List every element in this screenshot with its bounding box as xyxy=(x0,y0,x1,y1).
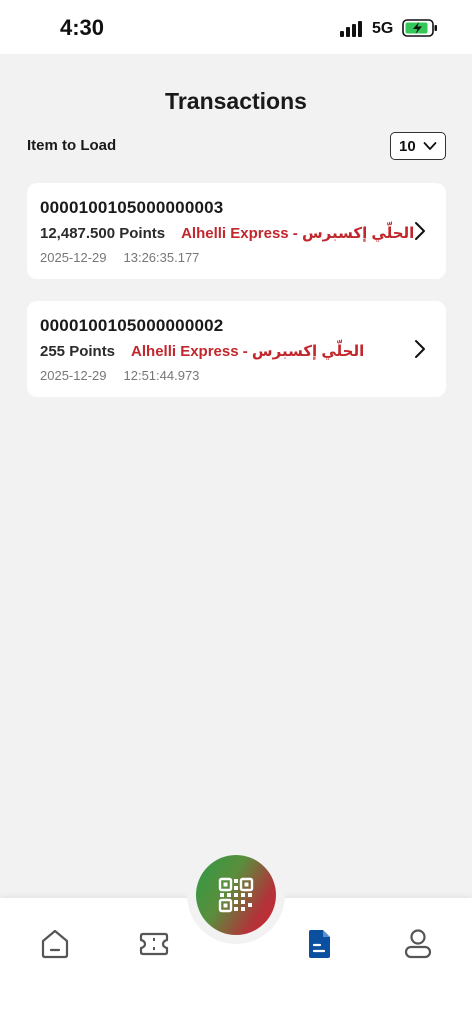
battery-charging-icon xyxy=(402,19,437,37)
signal-icon xyxy=(340,21,362,37)
transaction-summary: 12,487.500 Points Alhelli Express - الحل… xyxy=(40,224,414,242)
items-to-load-select[interactable]: 10 xyxy=(390,132,446,160)
chevron-down-icon xyxy=(423,142,437,150)
items-to-load-label: Item to Load xyxy=(27,137,117,154)
transaction-card[interactable]: 0000100105000000003 12,487.500 Points Al… xyxy=(27,183,446,279)
nav-profile[interactable] xyxy=(400,926,436,962)
transaction-timestamp: 2025-12-29 13:26:35.177 xyxy=(40,250,199,265)
network-label: 5G xyxy=(372,20,394,37)
ticket-icon xyxy=(139,932,169,956)
transaction-merchant: Alhelli Express - الحلّي إكسبرس xyxy=(131,343,365,360)
transaction-timestamp: 2025-12-29 12:51:44.973 xyxy=(40,368,199,383)
home-icon xyxy=(41,929,69,959)
status-bar: 4:30 5G xyxy=(0,0,472,54)
nav-transactions[interactable] xyxy=(301,926,337,962)
document-icon xyxy=(309,930,330,958)
page-title: Transactions xyxy=(165,88,307,114)
transaction-date: 2025-12-29 xyxy=(40,368,107,383)
transaction-points: 12,487.500 Points xyxy=(40,225,166,242)
nav-vouchers[interactable] xyxy=(136,926,172,962)
transaction-points: 255 Points xyxy=(40,343,116,360)
chevron-right-icon xyxy=(415,340,425,358)
profile-icon xyxy=(404,929,432,959)
transaction-summary: 255 Points Alhelli Express - الحلّي إكسب… xyxy=(40,342,364,360)
transaction-id: 0000100105000000003 xyxy=(40,198,224,217)
items-to-load-value: 10 xyxy=(399,137,416,155)
qr-code-icon xyxy=(218,877,254,913)
nav-home[interactable] xyxy=(37,926,73,962)
status-time: 4:30 xyxy=(60,15,105,40)
transaction-time: 13:26:35.177 xyxy=(123,250,200,265)
scan-qr-button[interactable] xyxy=(196,855,276,935)
transaction-time: 12:51:44.973 xyxy=(123,368,200,383)
transaction-date: 2025-12-29 xyxy=(40,250,107,265)
transaction-id: 0000100105000000002 xyxy=(40,316,224,335)
chevron-right-icon xyxy=(415,222,425,240)
transaction-card[interactable]: 0000100105000000002 255 Points Alhelli E… xyxy=(27,301,446,397)
transaction-merchant: Alhelli Express - الحلّي إكسبرس xyxy=(181,225,415,242)
